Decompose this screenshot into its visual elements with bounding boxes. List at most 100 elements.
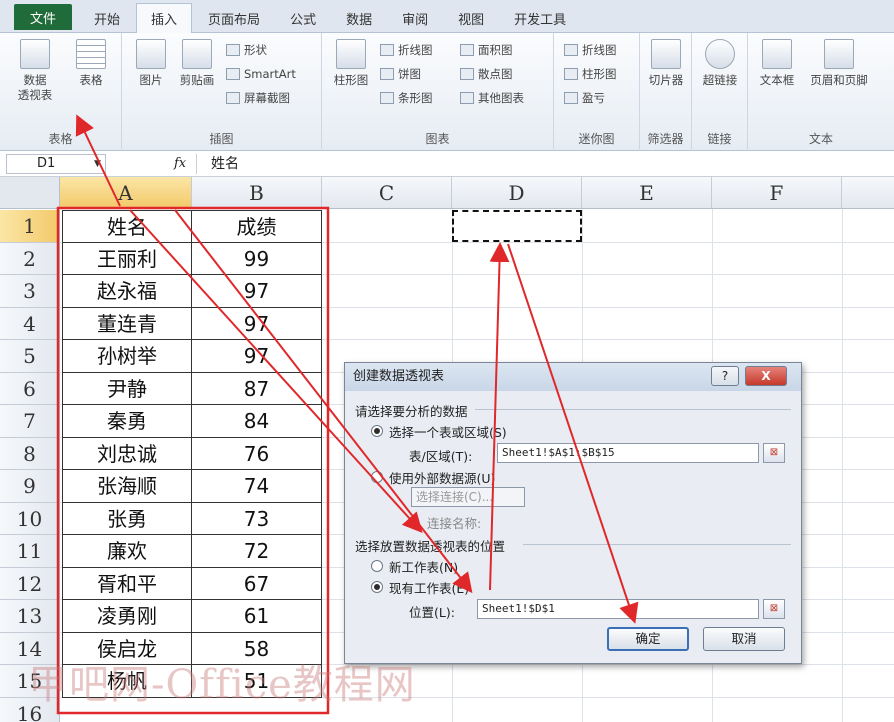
radio-new-worksheet[interactable] bbox=[371, 560, 383, 572]
header-cell-score[interactable]: 成绩 bbox=[192, 210, 322, 243]
close-button[interactable]: X bbox=[745, 366, 787, 386]
tab-formulas[interactable]: 公式 bbox=[276, 4, 330, 32]
cell-name[interactable]: 董连青 bbox=[62, 307, 192, 340]
line-chart-button[interactable]: 折线图 bbox=[380, 41, 433, 59]
pivot-table-button[interactable]: 数据 透视表 bbox=[12, 39, 58, 103]
cell-score[interactable]: 67 bbox=[192, 567, 322, 600]
cell-score[interactable]: 97 bbox=[192, 275, 322, 308]
tab-review[interactable]: 审阅 bbox=[388, 4, 442, 32]
gridline bbox=[842, 209, 843, 722]
row-header[interactable]: 10 bbox=[0, 502, 60, 535]
shapes-button[interactable]: 形状 bbox=[226, 41, 267, 59]
cell-score[interactable]: 74 bbox=[192, 470, 322, 503]
group-text: 文本框 页眉和页脚 文本 bbox=[748, 33, 894, 151]
row-header[interactable]: 12 bbox=[0, 567, 60, 600]
cell-score[interactable]: 72 bbox=[192, 535, 322, 568]
radio-select-range[interactable] bbox=[371, 425, 383, 437]
tab-view[interactable]: 视图 bbox=[444, 4, 498, 32]
screenshot-button[interactable]: 屏幕截图 bbox=[226, 89, 290, 107]
header-cell-name[interactable]: 姓名 bbox=[62, 210, 192, 243]
tab-home[interactable]: 开始 bbox=[80, 4, 134, 32]
tab-file[interactable]: 文件 bbox=[14, 4, 73, 30]
row-header[interactable]: 11 bbox=[0, 535, 60, 568]
tab-developer[interactable]: 开发工具 bbox=[500, 4, 580, 32]
select-all-corner[interactable] bbox=[0, 177, 60, 209]
slicer-button[interactable]: 切片器 bbox=[643, 39, 689, 88]
tab-insert[interactable]: 插入 bbox=[136, 3, 193, 33]
clipart-button[interactable]: 剪贴画 bbox=[174, 39, 220, 88]
name-box[interactable]: D1 bbox=[6, 154, 106, 174]
row-header[interactable]: 6 bbox=[0, 372, 60, 405]
column-header-c[interactable]: C bbox=[322, 177, 452, 209]
cell-name[interactable]: 凌勇刚 bbox=[62, 600, 192, 633]
cell-name[interactable]: 赵永福 bbox=[62, 275, 192, 308]
row-header[interactable]: 1 bbox=[0, 210, 60, 243]
cell-name[interactable]: 尹静 bbox=[62, 372, 192, 405]
ok-button[interactable]: 确定 bbox=[607, 627, 689, 651]
header-footer-button[interactable]: 页眉和页脚 bbox=[804, 39, 874, 88]
cell-score[interactable]: 97 bbox=[192, 340, 322, 373]
column-header-a[interactable]: A bbox=[60, 177, 192, 209]
range-input[interactable]: Sheet1!$A$1:$B$15 bbox=[497, 443, 759, 463]
help-button[interactable]: ? bbox=[711, 366, 739, 386]
sparkline-line-button[interactable]: 折线图 bbox=[564, 41, 617, 59]
cell-name[interactable]: 刘忠诚 bbox=[62, 437, 192, 470]
bar-chart-button[interactable]: 条形图 bbox=[380, 89, 433, 107]
scatter-chart-icon bbox=[460, 68, 474, 80]
row-header[interactable]: 3 bbox=[0, 275, 60, 308]
radio-external-source[interactable] bbox=[371, 471, 383, 483]
cell-score[interactable]: 99 bbox=[192, 242, 322, 275]
location-input[interactable]: Sheet1!$D$1 bbox=[477, 599, 759, 619]
scatter-chart-button[interactable]: 散点图 bbox=[460, 65, 513, 83]
cell-score[interactable]: 76 bbox=[192, 437, 322, 470]
cell-score[interactable]: 87 bbox=[192, 372, 322, 405]
row-header[interactable]: 8 bbox=[0, 437, 60, 470]
column-header-f[interactable]: F bbox=[712, 177, 842, 209]
other-chart-button[interactable]: 其他图表 bbox=[460, 89, 524, 107]
cell-name[interactable]: 张勇 bbox=[62, 502, 192, 535]
picture-button[interactable]: 图片 bbox=[128, 39, 174, 88]
cell-name[interactable]: 张海顺 bbox=[62, 470, 192, 503]
cell-name[interactable]: 王丽利 bbox=[62, 242, 192, 275]
row-header[interactable]: 4 bbox=[0, 307, 60, 340]
cell-name[interactable]: 胥和平 bbox=[62, 567, 192, 600]
column-header-b[interactable]: B bbox=[192, 177, 322, 209]
textbox-button[interactable]: 文本框 bbox=[754, 39, 800, 88]
group-label-sparklines: 迷你图 bbox=[578, 132, 615, 146]
column-chart-button[interactable]: 柱形图 bbox=[328, 39, 374, 88]
ribbon: 数据 透视表 表格 表格 图片 剪贴画 形状 SmartArt 屏幕截图 插图 … bbox=[0, 33, 894, 151]
column-header-g[interactable] bbox=[842, 177, 894, 209]
tab-page-layout[interactable]: 页面布局 bbox=[194, 4, 274, 32]
insert-function-icon[interactable]: fx bbox=[174, 154, 186, 174]
tab-data[interactable]: 数据 bbox=[332, 4, 386, 32]
range-collapse-icon[interactable]: ⊠ bbox=[763, 443, 785, 463]
smartart-button[interactable]: SmartArt bbox=[226, 65, 296, 83]
location-collapse-icon[interactable]: ⊠ bbox=[763, 599, 785, 619]
radio-existing-worksheet[interactable] bbox=[371, 581, 383, 593]
row-header[interactable]: 9 bbox=[0, 470, 60, 503]
cell-name[interactable]: 廉欢 bbox=[62, 535, 192, 568]
sparkline-winloss-button[interactable]: 盈亏 bbox=[564, 89, 605, 107]
pie-chart-button[interactable]: 饼图 bbox=[380, 65, 421, 83]
cell-score[interactable]: 73 bbox=[192, 502, 322, 535]
hyperlink-button[interactable]: 超链接 bbox=[697, 39, 743, 88]
row-header[interactable]: 2 bbox=[0, 242, 60, 275]
selected-cell-d1[interactable] bbox=[452, 210, 582, 242]
table-button[interactable]: 表格 bbox=[68, 39, 114, 88]
row-header[interactable]: 7 bbox=[0, 405, 60, 438]
cell-name[interactable]: 孙树举 bbox=[62, 340, 192, 373]
name-box-dropdown-icon[interactable]: ▼ bbox=[94, 154, 101, 174]
cell-score[interactable]: 97 bbox=[192, 307, 322, 340]
cell-name[interactable]: 秦勇 bbox=[62, 405, 192, 438]
column-header-d[interactable]: D bbox=[452, 177, 582, 209]
formula-input[interactable]: 姓名 bbox=[196, 154, 886, 174]
sparkline-column-button[interactable]: 柱形图 bbox=[564, 65, 617, 83]
cell-score[interactable]: 84 bbox=[192, 405, 322, 438]
column-header-e[interactable]: E bbox=[582, 177, 712, 209]
area-chart-button[interactable]: 面积图 bbox=[460, 41, 513, 59]
row-header[interactable]: 13 bbox=[0, 600, 60, 633]
cell-score[interactable]: 61 bbox=[192, 600, 322, 633]
row-header[interactable]: 5 bbox=[0, 340, 60, 373]
cancel-button[interactable]: 取消 bbox=[703, 627, 785, 651]
choose-connection-button[interactable]: 选择连接(C)... bbox=[411, 487, 525, 507]
